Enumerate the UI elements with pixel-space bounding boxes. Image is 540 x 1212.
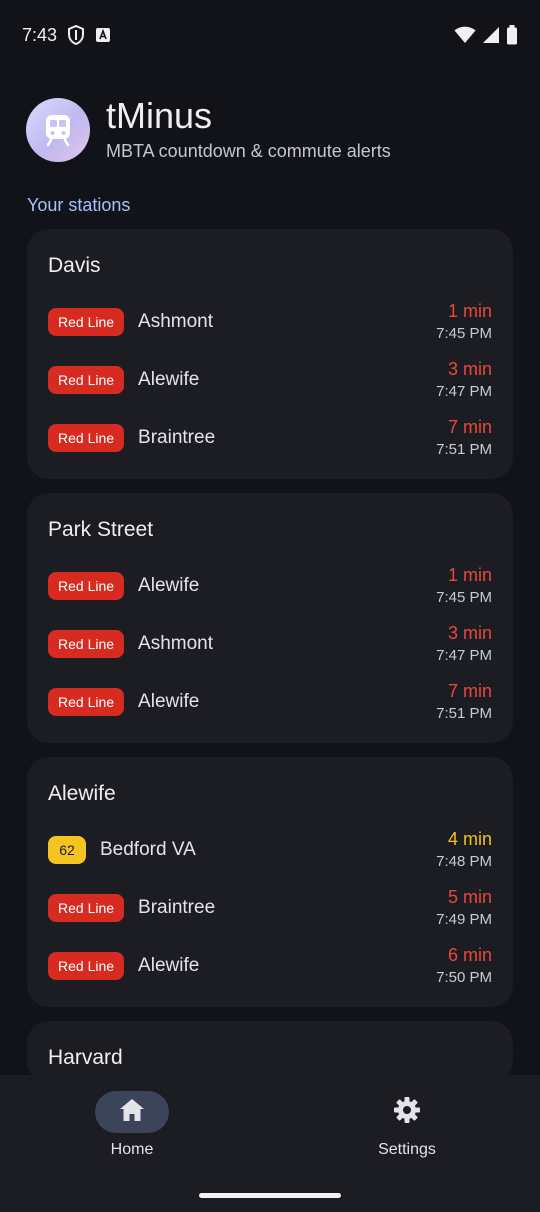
destination-label: Alewife <box>138 691 200 712</box>
departure-row[interactable]: Red Line Alewife 1 min 7:45 PM <box>48 557 492 615</box>
nav-settings-indicator[interactable] <box>370 1091 444 1133</box>
station-list[interactable]: Davis Red Line Ashmont 1 min 7:45 PM Red… <box>27 229 513 1075</box>
route-badge: Red Line <box>48 952 125 980</box>
nav-home-indicator[interactable] <box>95 1091 169 1133</box>
destination-label: Braintree <box>138 897 216 918</box>
eta-minutes: 4 min <box>447 829 492 849</box>
nav-home[interactable]: Home <box>52 1091 212 1159</box>
status-time: 7:43 <box>22 24 58 45</box>
nav-settings-label[interactable]: Settings <box>378 1141 436 1159</box>
route-badge: Red Line <box>48 572 125 600</box>
destination-label: Ashmont <box>138 311 214 332</box>
route-badge: 62 <box>48 836 86 864</box>
departure-row[interactable]: Red Line Braintree 5 min 7:49 PM <box>48 879 492 937</box>
eta-minutes: 3 min <box>447 359 492 379</box>
arrival-time: 7:50 PM <box>436 969 492 986</box>
arrival-time: 7:47 PM <box>436 383 492 400</box>
destination-label: Alewife <box>138 955 200 976</box>
departure-row[interactable]: Red Line Ashmont 3 min 7:47 PM <box>48 615 492 673</box>
eta-minutes: 7 min <box>447 417 492 437</box>
arrival-time: 7:45 PM <box>436 589 492 606</box>
departure-row[interactable]: Red Line Alewife 7 min 7:51 PM <box>48 673 492 731</box>
status-bar: 7:43 <box>0 0 540 70</box>
departure-row[interactable]: Red Line Braintree 7 min 7:51 PM <box>48 409 492 467</box>
route-badge: Red Line <box>48 688 125 716</box>
route-badge: Red Line <box>48 308 125 336</box>
route-badge: Red Line <box>48 424 125 452</box>
station-name: Davis <box>48 254 101 277</box>
destination-label: Ashmont <box>138 633 214 654</box>
route-badge: Red Line <box>48 894 125 922</box>
eta-minutes: 1 min <box>447 301 492 321</box>
departure-row[interactable]: Red Line Alewife 6 min 7:50 PM <box>48 937 492 995</box>
station-name: Park Street <box>48 518 154 541</box>
eta-minutes: 5 min <box>447 887 492 907</box>
home-icon <box>119 1098 145 1127</box>
arrival-time: 7:49 PM <box>436 911 492 928</box>
app-title: tMinus <box>106 95 213 136</box>
station-card[interactable]: Park Street Red Line Alewife 1 min 7:45 … <box>27 493 513 743</box>
signal-icon <box>482 26 500 44</box>
section-label-your-stations: Your stations <box>27 195 131 215</box>
destination-label: Bedford VA <box>100 839 196 860</box>
station-card[interactable]: Alewife 62 Bedford VA 4 min 7:48 PM Red … <box>27 757 513 1007</box>
app-subtitle: MBTA countdown & commute alerts <box>106 141 391 161</box>
arrival-time: 7:51 PM <box>436 705 492 722</box>
departure-row[interactable]: Red Line Alewife 3 min 7:47 PM <box>48 351 492 409</box>
departure-row[interactable]: 62 Bedford VA 4 min 7:48 PM <box>48 821 492 879</box>
destination-label: Alewife <box>138 575 200 596</box>
station-name: Harvard <box>48 1046 123 1069</box>
departure-row[interactable]: Red Line Ashmont 1 min 7:45 PM <box>48 293 492 351</box>
arrival-time: 7:51 PM <box>436 441 492 458</box>
nav-home-label[interactable]: Home <box>111 1141 154 1159</box>
arrival-time: 7:48 PM <box>436 853 492 870</box>
route-badge: Red Line <box>48 366 125 394</box>
battery-icon <box>506 25 518 45</box>
station-card[interactable]: Davis Red Line Ashmont 1 min 7:45 PM Red… <box>27 229 513 479</box>
wifi-icon <box>454 26 476 44</box>
gesture-home-bar[interactable] <box>199 1193 341 1198</box>
app-header: tMinus MBTA countdown & commute alerts <box>26 97 391 162</box>
eta-minutes: 3 min <box>447 623 492 643</box>
shield-icon <box>67 25 85 45</box>
nav-settings[interactable]: Settings <box>327 1091 487 1159</box>
train-icon <box>26 97 90 162</box>
arrival-time: 7:45 PM <box>436 325 492 342</box>
station-card[interactable]: Harvard <box>27 1021 513 1075</box>
eta-minutes: 7 min <box>447 681 492 701</box>
a-box-icon <box>95 27 111 43</box>
gear-icon <box>393 1096 421 1129</box>
arrival-time: 7:47 PM <box>436 647 492 664</box>
destination-label: Braintree <box>138 427 216 448</box>
station-name: Alewife <box>48 782 116 805</box>
destination-label: Alewife <box>138 369 200 390</box>
eta-minutes: 6 min <box>447 945 492 965</box>
bottom-navigation: Home Settings <box>0 1075 540 1212</box>
eta-minutes: 1 min <box>447 565 492 585</box>
route-badge: Red Line <box>48 630 125 658</box>
